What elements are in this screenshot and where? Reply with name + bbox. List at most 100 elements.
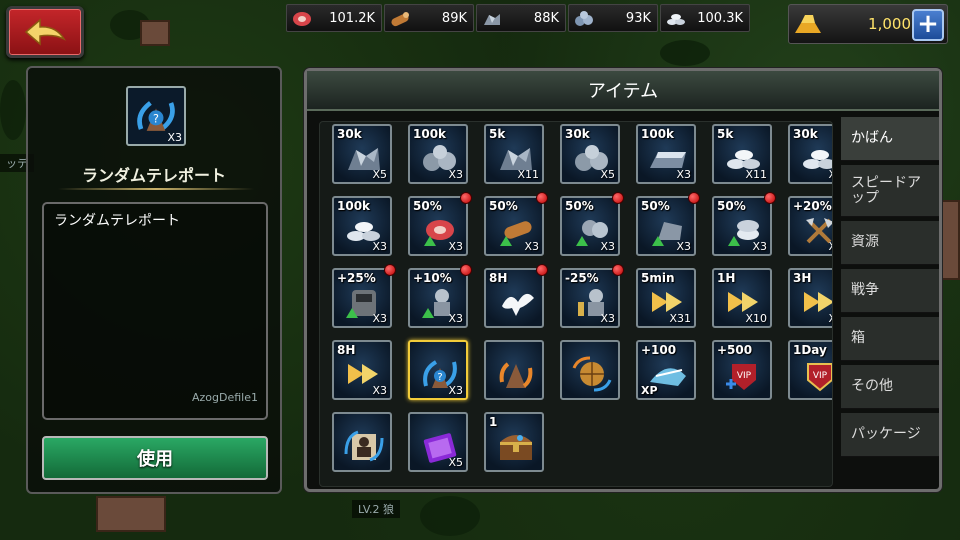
item-slot[interactable] — [484, 340, 544, 400]
item-label: 50% — [717, 199, 746, 213]
item-grid: 30k X5 100k X3 5k X11 30k X5 100k X3 5k X11 30k X5 100… — [319, 121, 833, 487]
item-slot[interactable]: 50% X3 — [484, 196, 544, 256]
item-quantity: X3 — [372, 312, 387, 325]
item-slot[interactable]: +10% X3 — [408, 268, 468, 328]
item-label: 3H — [793, 271, 812, 285]
resource-stone: 93K — [568, 4, 658, 32]
item-label: 50% — [413, 199, 442, 213]
selected-item-icon: ? X3 — [126, 86, 186, 146]
item-slot[interactable]: 50% X3 — [712, 196, 772, 256]
item-quantity: X3 — [600, 240, 615, 253]
item-quantity: X3 — [448, 312, 463, 325]
new-badge — [536, 264, 548, 276]
item-slot[interactable]: 30k X5 — [788, 124, 832, 184]
tab-5[interactable]: その他 — [841, 365, 939, 409]
resource-meat: 101.2K — [286, 4, 382, 32]
item-quantity: X3 — [828, 240, 832, 253]
bg-tree — [420, 496, 480, 536]
level-label: LV.2 狼 — [352, 500, 401, 518]
gold-bars-icon — [795, 15, 821, 33]
items-panel: アイテム 30k X5 100k X3 5k X11 30k X5 100k X3 5k X11 30k… — [304, 68, 942, 492]
item-slot[interactable]: 50% X3 — [636, 196, 696, 256]
arrow-back-icon — [24, 18, 67, 46]
resource-wood: 89K — [384, 4, 474, 32]
item-slot[interactable] — [332, 412, 392, 472]
item-slot[interactable]: X5 — [408, 412, 468, 472]
item-slot[interactable]: 50% X3 — [408, 196, 468, 256]
item-slot[interactable]: VIP 1Day — [788, 340, 832, 400]
tab-1[interactable]: スピードアップ — [841, 165, 939, 217]
item-label: 1Day — [793, 343, 827, 357]
item-label: +10% — [413, 271, 452, 285]
item-quantity: X5 — [600, 168, 615, 181]
item-slot[interactable]: 5min X31 — [636, 268, 696, 328]
item-label: 5min — [641, 271, 675, 285]
item-slot[interactable]: 5k X11 — [484, 124, 544, 184]
svg-text:?: ? — [153, 113, 159, 126]
item-slot[interactable]: 5k X11 — [712, 124, 772, 184]
back-button[interactable] — [6, 6, 84, 58]
tab-6[interactable]: パッケージ — [841, 413, 939, 457]
tab-2[interactable]: 資源 — [841, 221, 939, 265]
item-label: 1 — [489, 415, 498, 429]
item-quantity: X3 — [372, 384, 387, 397]
item-slot[interactable]: ? X3 — [408, 340, 468, 400]
stone-icon — [575, 11, 593, 26]
item-label: 50% — [641, 199, 670, 213]
item-label: 1H — [717, 271, 736, 285]
item-quantity: X3 — [372, 240, 387, 253]
new-badge — [612, 264, 624, 276]
category-tabs: かばん スピードアップ 資源 戦争箱その他 パッケージ — [841, 117, 939, 461]
item-slot[interactable]: 30k X5 — [560, 124, 620, 184]
resource-value: 101.2K — [329, 10, 375, 26]
item-label: 5k — [717, 127, 734, 141]
resource-value: 100.3K — [697, 10, 743, 26]
item-quantity: X3 — [448, 240, 463, 253]
teleport-icon — [499, 362, 533, 388]
item-slot[interactable]: 100k X3 — [636, 124, 696, 184]
item-quantity: X10 — [745, 312, 767, 325]
use-button[interactable]: 使用 — [42, 436, 268, 480]
item-slot[interactable]: 3H X5 — [788, 268, 832, 328]
item-slot[interactable]: -25% X3 — [560, 268, 620, 328]
add-gold-button[interactable]: + — [912, 9, 944, 41]
item-label: +25% — [337, 271, 376, 285]
new-badge — [460, 264, 472, 276]
item-quantity: X11 — [745, 168, 767, 181]
item-slot[interactable]: 8H — [484, 268, 544, 328]
item-label: +20% — [793, 199, 832, 213]
rename-icon — [344, 430, 384, 462]
item-slot[interactable] — [560, 340, 620, 400]
item-slot[interactable]: +100 XP — [636, 340, 696, 400]
item-label: 8H — [337, 343, 356, 357]
item-quantity: X5 — [828, 168, 832, 181]
item-label: 30k — [793, 127, 818, 141]
item-slot[interactable]: 50% X3 — [560, 196, 620, 256]
item-slot[interactable]: 100k X3 — [408, 124, 468, 184]
gold-display: 1,000 + — [788, 4, 948, 44]
resource-bar: 101.2K 89K 88K 93K 100.3K — [286, 4, 750, 32]
item-slot[interactable]: VIP +500 — [712, 340, 772, 400]
item-slot[interactable]: +20% X3 — [788, 196, 832, 256]
item-slot[interactable]: 1 — [484, 412, 544, 472]
item-slot[interactable]: 30k X5 — [332, 124, 392, 184]
item-slot[interactable]: +25% X3 — [332, 268, 392, 328]
item-slot[interactable]: 100k X3 — [332, 196, 392, 256]
item-slot[interactable]: 1H X10 — [712, 268, 772, 328]
silver-icon — [667, 14, 685, 25]
item-quantity: X3 — [448, 168, 463, 181]
tab-4[interactable]: 箱 — [841, 317, 939, 361]
item-quantity: X3 — [752, 240, 767, 253]
bg-tree — [0, 80, 26, 140]
tab-0[interactable]: かばん — [841, 117, 939, 161]
resource-silver: 100.3K — [660, 4, 750, 32]
item-detail-panel: ? X3 ランダムテレポート ランダムテレポート AzogDefile1 使用 — [26, 66, 282, 494]
item-label: 50% — [565, 199, 594, 213]
new-badge — [460, 192, 472, 204]
svg-text:VIP: VIP — [813, 371, 828, 381]
player-label: AzogDefile1 — [192, 391, 258, 404]
peace-dove-icon — [502, 293, 534, 316]
tab-3[interactable]: 戦争 — [841, 269, 939, 313]
item-slot[interactable]: 8H X3 — [332, 340, 392, 400]
iron-ore-icon — [484, 14, 500, 25]
